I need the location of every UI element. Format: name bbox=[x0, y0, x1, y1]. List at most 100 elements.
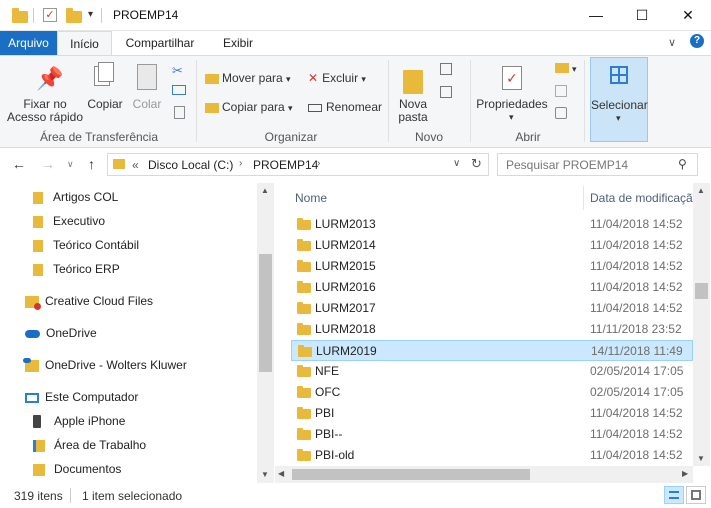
breadcrumb-chevron-icon[interactable]: › bbox=[317, 158, 320, 169]
open-dropdown-icon[interactable]: ▾ bbox=[572, 64, 577, 75]
nav-item-label: Este Computador bbox=[45, 390, 139, 404]
large-icons-view-icon bbox=[691, 490, 701, 500]
file-date: 11/04/2018 14:52 bbox=[590, 280, 683, 294]
table-row[interactable]: LURM2016 11/04/2018 14:52 bbox=[291, 277, 693, 298]
table-row[interactable]: LURM2013 11/04/2018 14:52 bbox=[291, 214, 693, 235]
paste-label: Colar bbox=[132, 97, 162, 111]
new-folder-quick-icon[interactable] bbox=[66, 8, 82, 24]
address-overflow-chevron[interactable]: « bbox=[132, 158, 139, 172]
file-list-horizontal-thumb[interactable] bbox=[292, 469, 530, 480]
nav-item-executivo[interactable]: Executivo bbox=[33, 209, 105, 233]
column-header-name[interactable]: Nome bbox=[295, 191, 327, 205]
nav-item-teorico-contabil[interactable]: Teórico Contábil bbox=[33, 233, 139, 257]
nav-item-onedrive[interactable]: OneDrive bbox=[25, 321, 97, 345]
copy-to-button[interactable]: Copiar para ▾ bbox=[205, 99, 293, 115]
table-row[interactable]: LURM2018 11/11/2018 23:52 bbox=[291, 319, 693, 340]
table-row[interactable]: PBI 11/04/2018 14:52 bbox=[291, 403, 693, 424]
column-header-date[interactable]: Data de modificaçã bbox=[590, 191, 693, 205]
nav-scroll-up-icon[interactable]: ▲ bbox=[261, 186, 269, 195]
details-view-button[interactable] bbox=[664, 486, 684, 504]
recent-locations-chevron-icon[interactable]: ∨ bbox=[67, 159, 74, 170]
new-folder-label-2: pasta bbox=[398, 110, 428, 124]
new-folder-button[interactable]: Nova pasta bbox=[394, 60, 432, 126]
nav-scroll-down-icon[interactable]: ▼ bbox=[261, 470, 269, 479]
search-icon: ⚲ bbox=[678, 157, 687, 171]
select-button[interactable]: Selecionar ▾ bbox=[590, 57, 648, 142]
file-date: 11/04/2018 14:52 bbox=[590, 427, 683, 441]
breadcrumb-segment[interactable]: PROEMP14 bbox=[253, 158, 318, 172]
list-scroll-down-icon[interactable]: ▼ bbox=[697, 454, 705, 463]
table-row[interactable]: LURM2014 11/04/2018 14:52 bbox=[291, 235, 693, 256]
tab-home[interactable]: Início bbox=[57, 31, 112, 56]
table-row[interactable]: OFC 02/05/2014 17:05 bbox=[291, 382, 693, 403]
rename-button[interactable]: Renomear bbox=[308, 99, 382, 115]
nav-item-onedrive-wolters-kluwer[interactable]: OneDrive - Wolters Kluwer bbox=[23, 353, 187, 377]
forward-arrow-icon[interactable]: → bbox=[41, 156, 55, 172]
close-button[interactable]: ✕ bbox=[665, 0, 711, 31]
history-icon[interactable] bbox=[555, 107, 567, 119]
properties-button[interactable]: ✓ Propriedades ▾ bbox=[476, 60, 548, 126]
delete-button[interactable]: ✕ Excluir ▾ bbox=[308, 70, 366, 86]
up-arrow-icon[interactable]: ↑ bbox=[88, 156, 95, 172]
paste-button[interactable]: Colar bbox=[128, 60, 166, 120]
search-input[interactable]: Pesquisar PROEMP14 ⚲ bbox=[497, 153, 698, 176]
nav-item-teorico-erp[interactable]: Teórico ERP bbox=[33, 257, 120, 281]
breadcrumb-segment[interactable]: Disco Local (C:) bbox=[148, 158, 233, 172]
pin-quick-access-button[interactable]: 📌 Fixar no Acesso rápido bbox=[7, 60, 83, 130]
file-date: 14/11/2018 11:49 bbox=[591, 344, 683, 358]
tab-share[interactable]: Compartilhar bbox=[118, 31, 202, 56]
file-date: 11/04/2018 14:52 bbox=[590, 259, 683, 273]
nav-item-apple-iphone[interactable]: Apple iPhone bbox=[33, 409, 125, 433]
file-name: PBI-old bbox=[315, 448, 355, 462]
back-arrow-icon[interactable]: ← bbox=[12, 156, 26, 172]
help-icon[interactable]: ? bbox=[690, 34, 704, 48]
minimize-button[interactable]: — bbox=[573, 0, 619, 31]
nav-item-documentos[interactable]: Documentos bbox=[33, 457, 121, 481]
easy-access-icon[interactable] bbox=[440, 86, 452, 98]
nav-item-artigos-col[interactable]: Artigos COL bbox=[33, 185, 118, 209]
column-header-separator[interactable] bbox=[583, 186, 584, 210]
folder-icon bbox=[297, 428, 311, 440]
file-list-vertical-thumb[interactable] bbox=[695, 283, 708, 299]
nav-item-este-computador[interactable]: Este Computador bbox=[25, 385, 138, 409]
edit-icon[interactable] bbox=[555, 85, 567, 97]
refresh-icon[interactable]: ↻ bbox=[471, 156, 482, 172]
file-list-vertical-scrollbar[interactable] bbox=[693, 183, 710, 466]
folder-icon bbox=[297, 239, 311, 251]
list-scroll-right-icon[interactable]: ▶ bbox=[682, 469, 688, 478]
file-name: LURM2018 bbox=[315, 322, 376, 336]
table-row[interactable]: PBI-- 11/04/2018 14:52 bbox=[291, 424, 693, 445]
tab-view[interactable]: Exibir bbox=[210, 31, 266, 56]
nav-item-area-de-trabalho[interactable]: Área de Trabalho bbox=[33, 433, 146, 457]
open-icon[interactable] bbox=[555, 63, 569, 73]
table-row[interactable]: LURM2015 11/04/2018 14:52 bbox=[291, 256, 693, 277]
table-row[interactable]: LURM2017 11/04/2018 14:52 bbox=[291, 298, 693, 319]
properties-quick-icon[interactable]: ✓ bbox=[43, 8, 57, 22]
cut-icon[interactable]: ✂ bbox=[172, 63, 183, 79]
maximize-button[interactable]: ☐ bbox=[619, 0, 665, 31]
folder-icon bbox=[297, 407, 311, 419]
list-scroll-left-icon[interactable]: ◀ bbox=[278, 469, 284, 478]
large-icons-view-button[interactable] bbox=[686, 486, 706, 504]
new-item-icon[interactable] bbox=[440, 63, 452, 75]
search-placeholder: Pesquisar PROEMP14 bbox=[506, 158, 629, 172]
onedrive-business-icon bbox=[23, 357, 39, 372]
address-dropdown-chevron-icon[interactable]: ∨ bbox=[453, 158, 460, 169]
address-bar[interactable]: « Disco Local (C:) › PROEMP14 › ∨ ↻ bbox=[107, 153, 489, 176]
window-title: PROEMP14 bbox=[113, 8, 179, 22]
table-row[interactable]: NFE 02/05/2014 17:05 bbox=[291, 361, 693, 382]
folder-icon bbox=[297, 260, 311, 272]
nav-item-creative-cloud[interactable]: Creative Cloud Files bbox=[25, 289, 153, 313]
copy-button[interactable]: Copiar bbox=[84, 60, 126, 120]
list-scroll-up-icon[interactable]: ▲ bbox=[697, 186, 705, 195]
customize-toolbar-chevron-icon[interactable]: ▾ bbox=[88, 9, 93, 20]
paste-shortcut-icon[interactable] bbox=[174, 106, 185, 119]
tab-file[interactable]: Arquivo bbox=[0, 31, 57, 56]
table-row-selected[interactable]: LURM2019 14/11/2018 11:49 bbox=[291, 340, 693, 361]
copy-path-icon[interactable] bbox=[172, 85, 186, 95]
move-to-button[interactable]: Mover para ▾ bbox=[205, 70, 291, 86]
nav-pane-scroll-thumb[interactable] bbox=[259, 254, 272, 372]
breadcrumb-chevron-icon[interactable]: › bbox=[239, 158, 242, 169]
collapse-ribbon-chevron-icon[interactable]: ∨ bbox=[668, 36, 676, 49]
table-row[interactable]: PBI-old 11/04/2018 14:52 bbox=[291, 445, 693, 466]
